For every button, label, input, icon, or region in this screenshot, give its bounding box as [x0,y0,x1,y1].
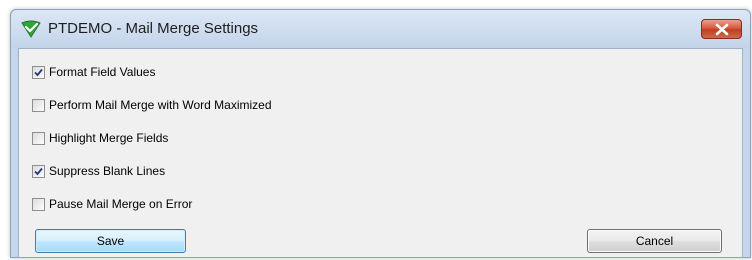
suppress-blank-lines-option[interactable]: Suppress Blank Lines [32,163,165,179]
window-title: PTDEMO - Mail Merge Settings [48,20,259,37]
mail-merge-settings-dialog: PTDEMO - Mail Merge Settings Format Fiel… [10,9,751,258]
close-icon [715,23,729,36]
format-field-values-checkbox[interactable] [32,65,45,79]
word-maximized-checkbox[interactable] [32,98,45,112]
ptdemo-app-icon [21,20,41,38]
dialog-content: Format Field Values Perform Mail Merge w… [18,48,743,257]
highlight-merge-fields-label: Highlight Merge Fields [49,131,169,145]
cancel-button[interactable]: Cancel [587,229,722,253]
title-bar[interactable]: PTDEMO - Mail Merge Settings [11,10,750,48]
pause-on-error-label: Pause Mail Merge on Error [49,197,193,211]
suppress-blank-lines-checkbox[interactable] [32,164,45,178]
suppress-blank-lines-label: Suppress Blank Lines [49,164,166,178]
highlight-merge-fields-checkbox[interactable] [32,131,45,145]
pause-on-error-option[interactable]: Pause Mail Merge on Error [32,196,192,212]
pause-on-error-checkbox[interactable] [32,197,45,211]
highlight-merge-fields-option[interactable]: Highlight Merge Fields [32,130,168,146]
format-field-values-label: Format Field Values [49,65,156,79]
word-maximized-option[interactable]: Perform Mail Merge with Word Maximized [32,97,272,113]
close-button[interactable] [701,19,742,39]
word-maximized-label: Perform Mail Merge with Word Maximized [49,98,272,112]
save-button[interactable]: Save [35,229,186,253]
format-field-values-option[interactable]: Format Field Values [32,64,155,80]
